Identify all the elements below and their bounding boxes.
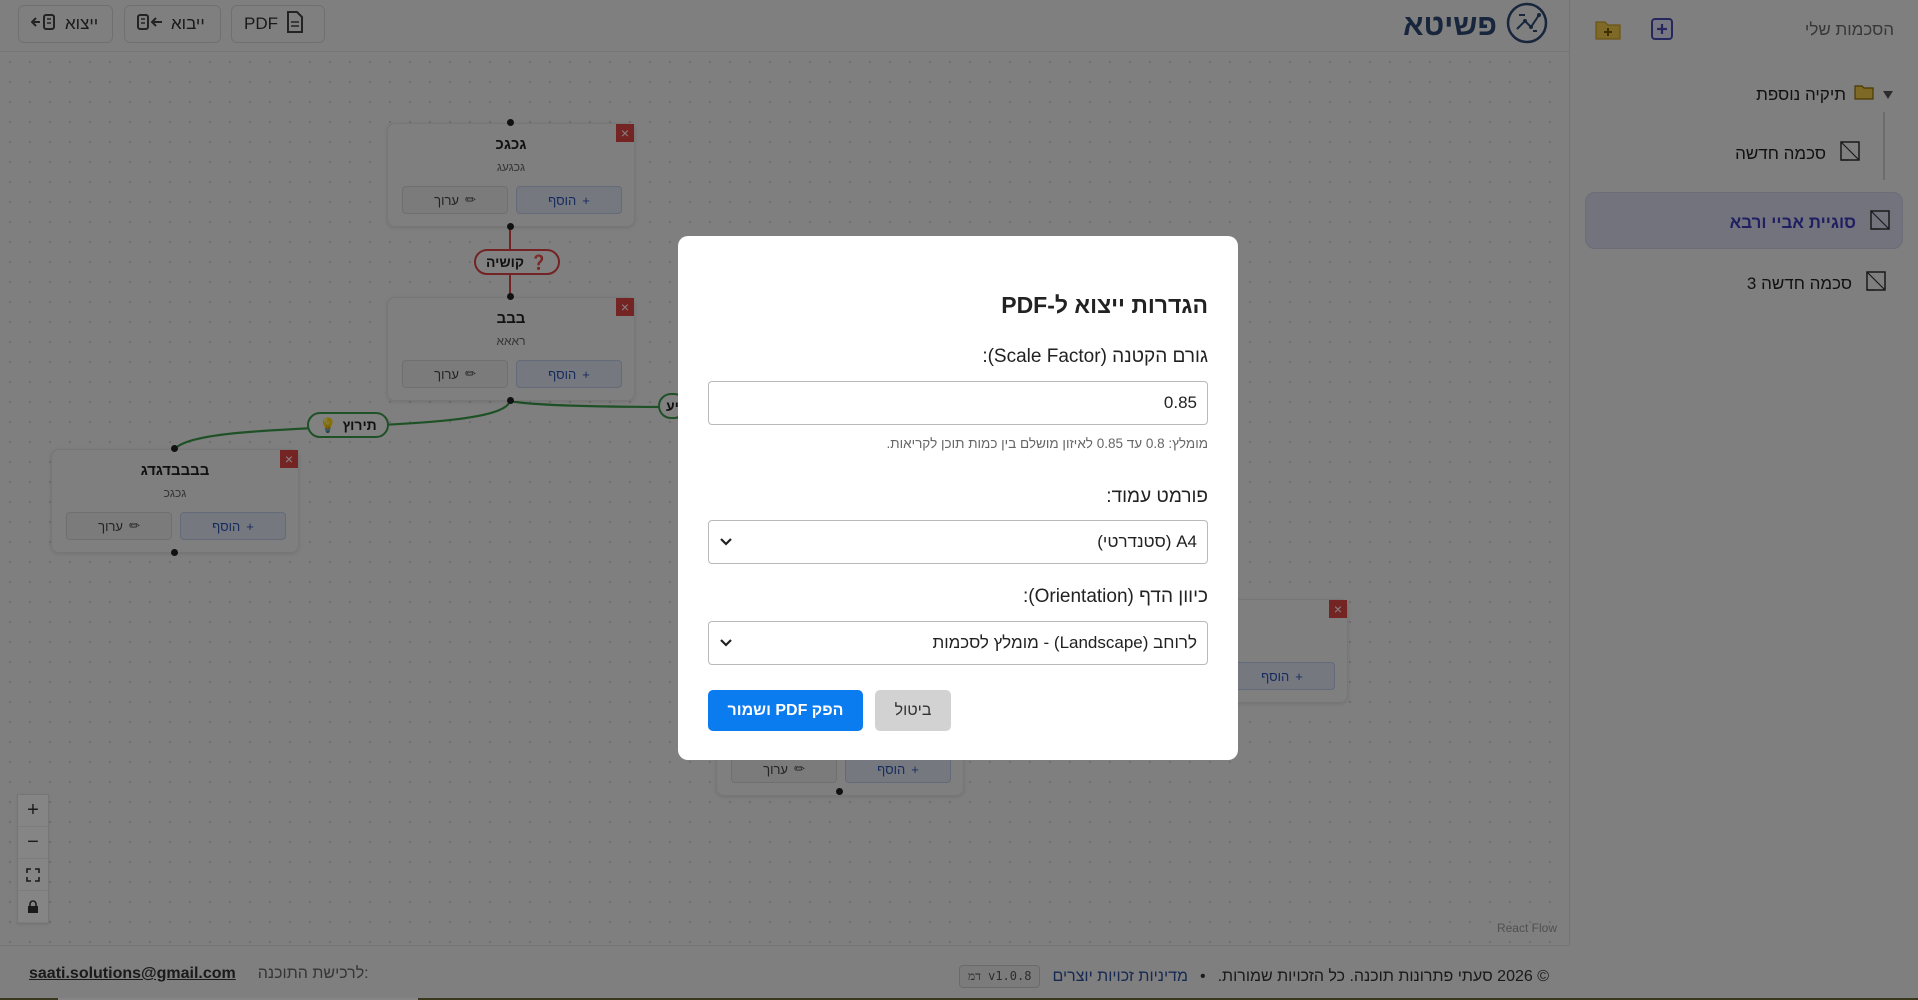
orientation-label: כיוון הדף (Orientation):	[1022, 586, 1208, 607]
orientation-value: לרוחב (Landscape) - מומלץ לסכמות	[932, 633, 1197, 652]
scale-factor-hint: מומלץ: 0.8 עד 0.85 לאיזון מושלם בין כמות…	[886, 436, 1208, 451]
chevron-down-icon	[719, 635, 733, 656]
dialog-title: הגדרות ייצוא ל-PDF	[1001, 292, 1208, 318]
scale-factor-value: 0.85	[1163, 393, 1197, 412]
cancel-button[interactable]: ביטול	[875, 690, 951, 731]
page-format-label: פורמט עמוד:	[1106, 486, 1208, 507]
scale-factor-label: גורם הקטנה (Scale Factor):	[982, 346, 1208, 367]
page-format-select[interactable]: A4 (סטנדרטי)	[708, 520, 1208, 564]
orientation-select[interactable]: לרוחב (Landscape) - מומלץ לסכמות	[708, 621, 1208, 665]
generate-pdf-button[interactable]: הפק PDF ושמור	[708, 690, 863, 731]
pdf-export-dialog: הגדרות ייצוא ל-PDF גורם הקטנה (Scale Fac…	[678, 236, 1238, 760]
chevron-down-icon	[719, 534, 733, 555]
page-format-value: A4 (סטנדרטי)	[1097, 532, 1197, 551]
scale-factor-input[interactable]: 0.85	[708, 381, 1208, 425]
